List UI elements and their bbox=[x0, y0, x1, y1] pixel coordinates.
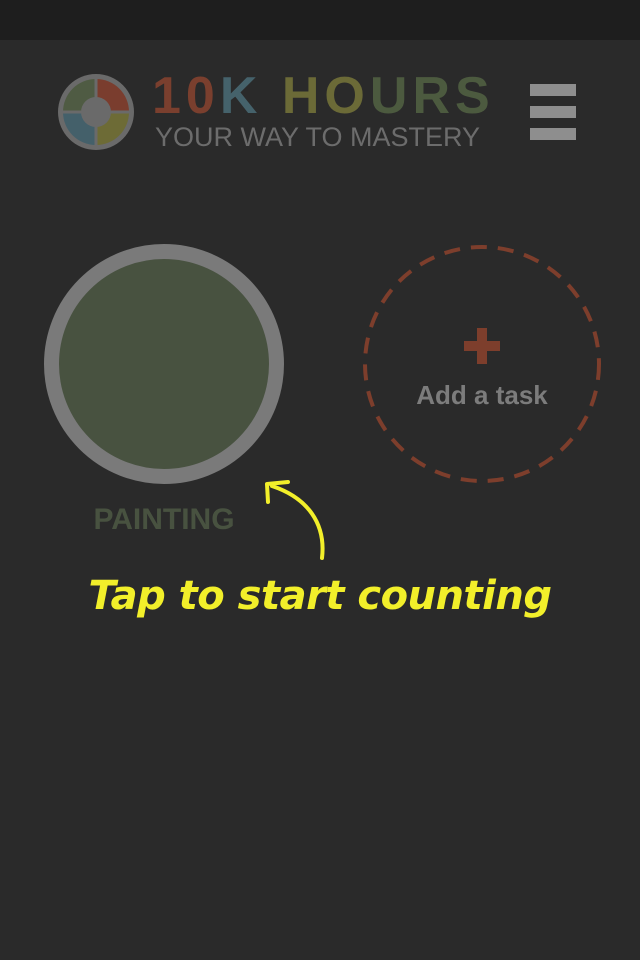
task-button-painting[interactable] bbox=[44, 244, 284, 484]
hint-text: Tap to start counting bbox=[88, 573, 552, 619]
app-title-word: HOURS bbox=[281, 67, 495, 125]
add-task-button[interactable]: Add a task bbox=[362, 244, 602, 484]
app-title: 10K HOURS bbox=[152, 68, 495, 124]
plus-icon bbox=[464, 328, 500, 364]
quadrant-wheel-icon bbox=[58, 74, 134, 150]
app-screen: 10K HOURS YOUR WAY TO MASTERY PAINTING A… bbox=[0, 0, 640, 960]
app-title-number: 10K bbox=[152, 67, 263, 125]
hamburger-menu-icon[interactable] bbox=[530, 84, 576, 140]
status-bar bbox=[0, 0, 640, 40]
task-label: PAINTING bbox=[93, 503, 235, 536]
header: 10K HOURS YOUR WAY TO MASTERY bbox=[0, 40, 640, 190]
app-subtitle: YOUR WAY TO MASTERY bbox=[155, 122, 481, 152]
curved-arrow-up-icon bbox=[265, 480, 325, 560]
add-task-label: Add a task bbox=[416, 380, 548, 410]
